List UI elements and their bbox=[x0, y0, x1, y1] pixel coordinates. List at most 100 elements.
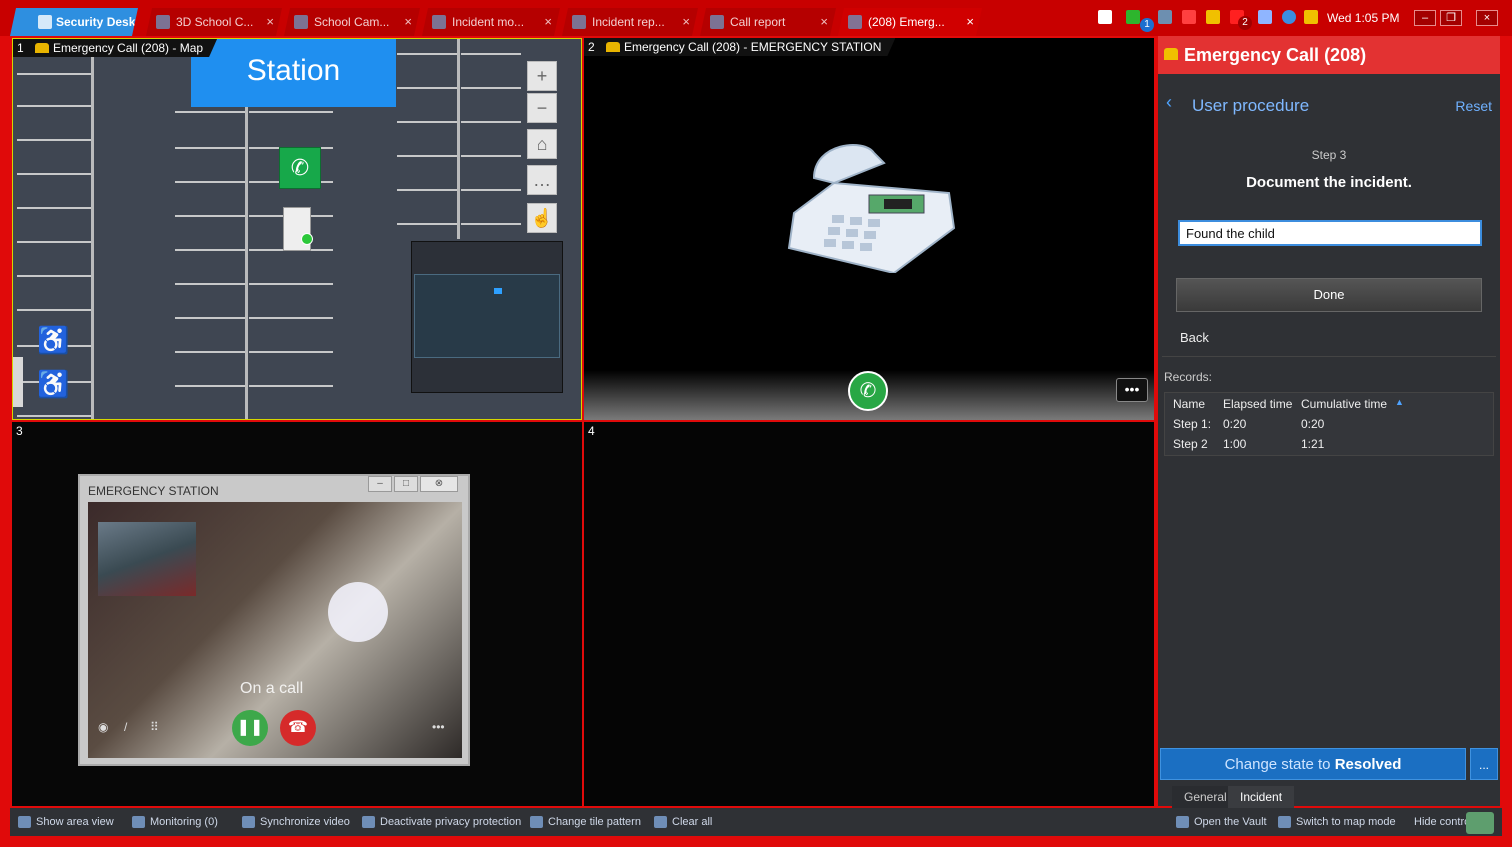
clock: Wed 1:05 PM bbox=[1327, 11, 1400, 25]
dashboard-icon[interactable] bbox=[1466, 812, 1494, 834]
genetec-icon[interactable] bbox=[1098, 10, 1112, 24]
change-tile-pattern-button[interactable]: Change tile pattern bbox=[528, 808, 641, 836]
tab-incident-monitoring[interactable]: Incident mo... × bbox=[422, 8, 560, 36]
tile-1-map[interactable]: Station ✆ ♿ ♿ + − ⌂ … ☝ 1 Emergency Call… bbox=[12, 38, 582, 420]
tab-incident-report[interactable]: Incident rep... × bbox=[562, 8, 698, 36]
more-options-icon[interactable]: ••• bbox=[432, 720, 445, 734]
vault-icon bbox=[1176, 816, 1189, 828]
accessible-parking-icon: ♿ bbox=[37, 325, 70, 355]
close-window-button[interactable]: ⊗ bbox=[420, 476, 458, 492]
tab-emergency-call[interactable]: (208) Emerg... × bbox=[838, 8, 982, 36]
tile-title: Emergency Call (208) - Map bbox=[53, 41, 204, 55]
change-state-button[interactable]: Change state to Resolved bbox=[1160, 748, 1466, 780]
close-icon[interactable]: × bbox=[266, 8, 274, 36]
zoom-out-button[interactable]: − bbox=[527, 93, 557, 123]
keypad-icon[interactable]: ⠿ bbox=[150, 720, 159, 734]
clear-all-button[interactable]: Clear all bbox=[652, 808, 712, 836]
button-label: Monitoring (0) bbox=[150, 816, 218, 828]
tile-3-video-call[interactable]: 3 EMERGENCY STATION – □ ⊗ On a call ❚❚ ☎… bbox=[12, 422, 582, 806]
minimap-viewport-marker bbox=[494, 288, 502, 294]
globe-icon[interactable] bbox=[1282, 10, 1296, 24]
answer-call-button[interactable]: ✆ bbox=[848, 371, 888, 411]
tab-3d-school[interactable]: 3D School C... × bbox=[146, 8, 282, 36]
tile-number: 2 bbox=[588, 40, 595, 54]
deactivate-privacy-button[interactable]: Deactivate privacy protection bbox=[360, 808, 521, 836]
zoom-in-button[interactable]: + bbox=[527, 61, 557, 91]
light-glare bbox=[328, 582, 388, 642]
tab-school-cam[interactable]: School Cam... × bbox=[284, 8, 420, 36]
step-description: Document the incident. bbox=[1246, 174, 1412, 191]
phone-badge: 1 bbox=[1140, 18, 1154, 32]
tile-title: Emergency Call (208) - EMERGENCY STATION bbox=[624, 40, 882, 54]
close-icon[interactable]: × bbox=[544, 8, 552, 36]
close-icon[interactable]: × bbox=[820, 8, 828, 36]
emergency-station-window[interactable]: EMERGENCY STATION – □ ⊗ On a call ❚❚ ☎ ◉… bbox=[78, 474, 470, 766]
column-header-name[interactable]: Name bbox=[1173, 397, 1205, 411]
done-button[interactable]: Done bbox=[1176, 278, 1482, 312]
close-window-button[interactable]: × bbox=[1476, 10, 1498, 26]
tile-more-button[interactable]: ••• bbox=[1116, 378, 1148, 402]
camera-icon[interactable]: ◉ bbox=[98, 720, 108, 734]
show-area-view-button[interactable]: Show area view bbox=[16, 808, 114, 836]
monitoring-button[interactable]: Monitoring (0) bbox=[130, 808, 218, 836]
button-label: Switch to map mode bbox=[1296, 816, 1396, 828]
bottom-toolbar: Show area view Monitoring (0) Synchroniz… bbox=[10, 808, 1502, 836]
home-view-button[interactable]: ⌂ bbox=[527, 129, 557, 159]
map-scroll-handle[interactable] bbox=[13, 357, 23, 407]
tile-2-emergency-station[interactable]: 2 Emergency Call (208) - EMERGENCY STATI… bbox=[584, 38, 1154, 420]
step-number: Step 3 bbox=[1311, 148, 1347, 162]
system-tray: 1 2 Wed 1:05 PM – ❐ × bbox=[1092, 4, 1512, 32]
map-layers-button[interactable]: ☝ bbox=[527, 203, 557, 233]
phone-icon[interactable] bbox=[1126, 10, 1140, 24]
privacy-icon bbox=[362, 816, 375, 828]
table-cell: 1:00 bbox=[1223, 437, 1247, 451]
synchronize-video-button[interactable]: Synchronize video bbox=[240, 808, 350, 836]
tile-4-empty[interactable]: 4 bbox=[584, 422, 1154, 806]
minimize-button[interactable]: – bbox=[1414, 10, 1436, 26]
tab-security-desk[interactable]: Security Desk bbox=[10, 8, 138, 36]
column-header-cumulative[interactable]: Cumulative time bbox=[1301, 397, 1387, 411]
monitor-icon[interactable] bbox=[1158, 10, 1172, 24]
back-button[interactable]: Back bbox=[1180, 330, 1209, 345]
station-label: Station bbox=[191, 39, 396, 107]
camera-tab-icon bbox=[294, 15, 308, 29]
alarm-icon[interactable] bbox=[1182, 10, 1196, 24]
incident-note-input[interactable] bbox=[1178, 220, 1482, 246]
tab-call-report[interactable]: Call report × bbox=[700, 8, 836, 36]
close-icon[interactable]: × bbox=[966, 8, 974, 36]
report-tab-icon bbox=[572, 15, 586, 29]
minimize-button[interactable]: – bbox=[368, 476, 392, 492]
hang-up-button[interactable]: ☎ bbox=[280, 710, 316, 746]
maximize-button[interactable]: □ bbox=[394, 476, 418, 492]
hold-call-button[interactable]: ❚❚ bbox=[232, 710, 268, 746]
switch-to-map-mode-button[interactable]: Switch to map mode bbox=[1276, 808, 1396, 836]
close-icon[interactable]: × bbox=[682, 8, 690, 36]
tab-incident[interactable]: Incident bbox=[1228, 786, 1295, 808]
close-icon[interactable]: × bbox=[404, 8, 412, 36]
restore-button[interactable]: ❐ bbox=[1440, 10, 1462, 26]
volume-icon[interactable] bbox=[1258, 10, 1272, 24]
accessible-parking-icon: ♿ bbox=[37, 369, 70, 399]
change-state-more-button[interactable]: ... bbox=[1470, 748, 1498, 780]
microphone-icon[interactable]: / bbox=[124, 720, 127, 734]
map-view[interactable]: Station ✆ ♿ ♿ + − ⌂ … ☝ bbox=[13, 39, 581, 419]
incident-panel: Emergency Call (208) ‹ User procedure Re… bbox=[1158, 36, 1500, 808]
tab-bar: Security Desk 3D School C... × School Ca… bbox=[0, 0, 1512, 36]
warning-icon[interactable] bbox=[1304, 10, 1318, 24]
open-vault-button[interactable]: Open the Vault bbox=[1174, 808, 1267, 836]
map-more-button[interactable]: … bbox=[527, 165, 557, 195]
tile-pattern-icon bbox=[530, 816, 543, 828]
table-cell: Step 2 bbox=[1173, 437, 1208, 451]
speaker-alert-icon[interactable] bbox=[1206, 10, 1220, 24]
divider bbox=[1162, 356, 1496, 357]
picture-in-picture-video[interactable] bbox=[98, 522, 196, 596]
reset-link[interactable]: Reset bbox=[1455, 98, 1492, 114]
call-status: On a call bbox=[240, 680, 304, 697]
column-header-elapsed[interactable]: Elapsed time bbox=[1223, 397, 1292, 411]
minimap[interactable] bbox=[411, 241, 563, 393]
change-state-value: Resolved bbox=[1334, 756, 1402, 773]
chevron-left-icon[interactable]: ‹ bbox=[1166, 92, 1172, 113]
home-icon bbox=[38, 15, 52, 29]
alarm-bell-icon bbox=[35, 43, 49, 53]
emergency-call-map-marker[interactable]: ✆ bbox=[279, 147, 321, 189]
